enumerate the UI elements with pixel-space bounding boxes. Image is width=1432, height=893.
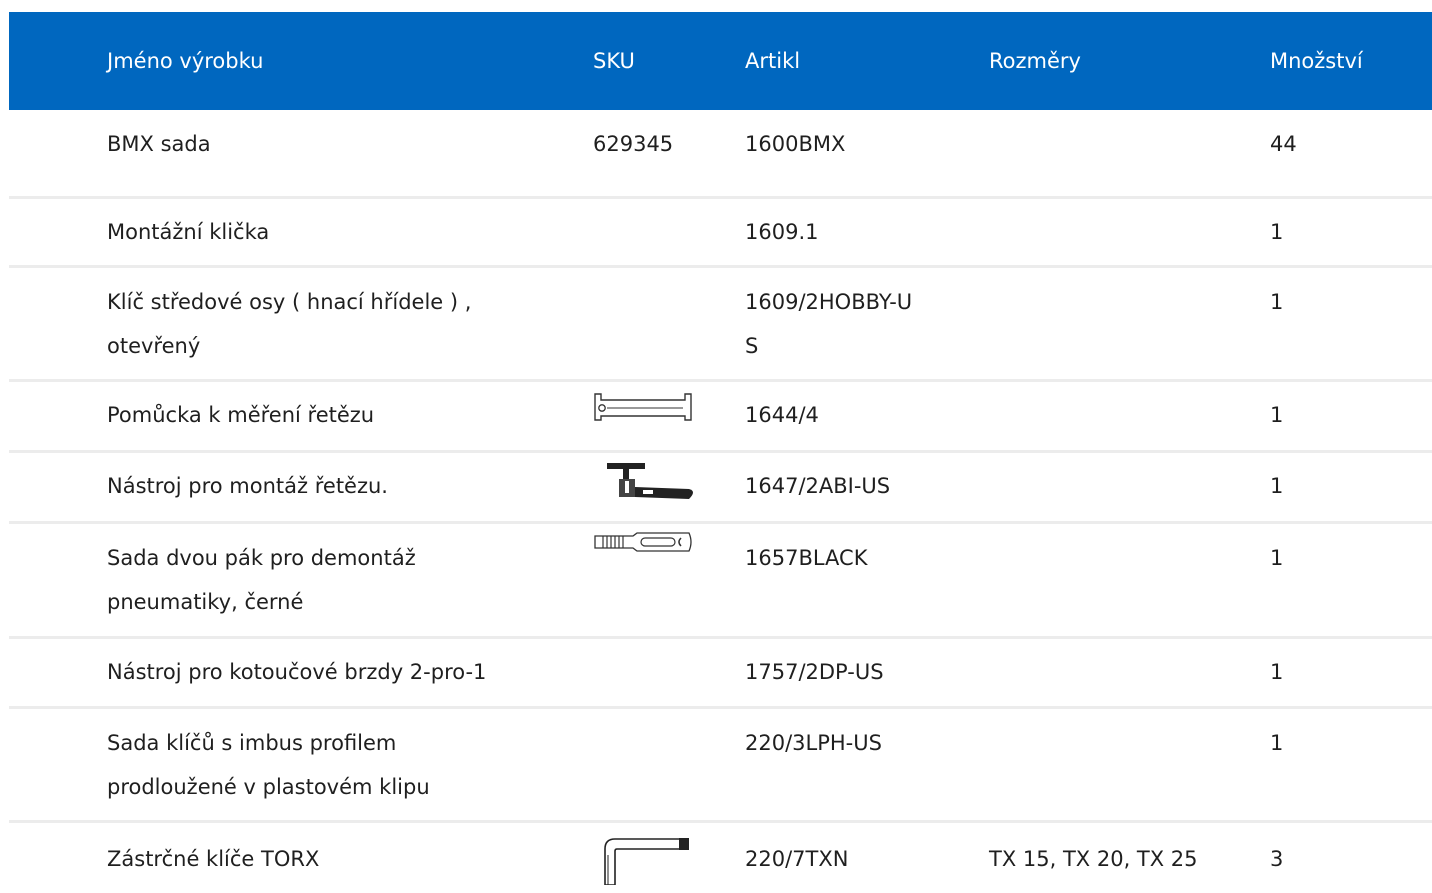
product-article: 1757/2DP-US [745,660,884,684]
torx-key-icon [595,835,695,885]
table-row[interactable]: BMX sada 629345 1600BMX 44 [9,110,1432,199]
product-article: 1600BMX [745,132,846,156]
header-dimensions[interactable]: Rozměry [989,48,1249,74]
product-quantity: 1 [1270,403,1284,427]
product-name: Pomůcka k měření řetězu [107,403,375,427]
product-quantity: 1 [1270,220,1284,244]
header-sku[interactable]: SKU [593,48,703,74]
product-article: 1647/2ABI-US [745,474,891,498]
table-row[interactable]: Klíč středové osy ( hnací hřídele ) , ot… [9,268,1432,382]
product-name: Klíč středové osy ( hnací hřídele ) , ot… [107,290,472,358]
product-quantity: 1 [1270,731,1284,755]
chain-tool-icon [599,459,699,505]
product-quantity: 44 [1270,132,1297,156]
table-row[interactable]: Sada dvou pák pro demontáž pneumatiky, č… [9,524,1432,639]
product-article: 1644/4 [745,403,819,427]
header-article[interactable]: Artikl [745,48,945,74]
product-article: 1609/2HOBBY-US [745,290,913,358]
header-product-name[interactable]: Jméno výrobku [107,48,557,74]
header-quantity[interactable]: Množství [1270,48,1390,74]
product-quantity: 1 [1270,660,1284,684]
product-quantity: 3 [1270,847,1284,871]
table-row[interactable]: Pomůcka k měření řetězu 1644/4 1 [9,382,1432,453]
tire-lever-icon [593,530,693,554]
product-quantity: 1 [1270,474,1284,498]
table-row[interactable]: Nástroj pro kotoučové brzdy 2-pro-1 1757… [9,639,1432,709]
product-name: Nástroj pro montáž řetězu. [107,474,388,498]
product-article: 1657BLACK [745,546,868,570]
chain-gauge-icon [593,390,693,426]
product-article: 1609.1 [745,220,819,244]
product-name: Nástroj pro kotoučové brzdy 2-pro-1 [107,660,487,684]
product-quantity: 1 [1270,546,1284,570]
table-row[interactable]: Zástrčné klíče TORX 220/7TXN TX 15, TX 2… [9,823,1432,893]
product-article: 220/7TXN [745,847,849,871]
product-name: Sada dvou pák pro demontáž pneumatiky, č… [107,546,416,614]
product-table: Jméno výrobku SKU Artikl Rozměry Množstv… [9,12,1432,893]
table-row[interactable]: Sada klíčů s imbus profilem prodloužené … [9,709,1432,823]
product-article: 220/3LPH-US [745,731,882,755]
product-dimensions: TX 15, TX 20, TX 25 [989,847,1198,871]
table-row[interactable]: Nástroj pro montáž řetězu. 1647/2ABI-US … [9,453,1432,524]
product-quantity: 1 [1270,290,1284,314]
product-name: BMX sada [107,132,211,156]
product-name: Zástrčné klíče TORX [107,847,320,871]
table-header: Jméno výrobku SKU Artikl Rozměry Množstv… [9,12,1432,110]
product-name: Montážní klička [107,220,270,244]
table-row[interactable]: Montážní klička 1609.1 1 [9,199,1432,268]
product-name: Sada klíčů s imbus profilem prodloužené … [107,731,430,799]
product-sku: 629345 [593,132,674,156]
